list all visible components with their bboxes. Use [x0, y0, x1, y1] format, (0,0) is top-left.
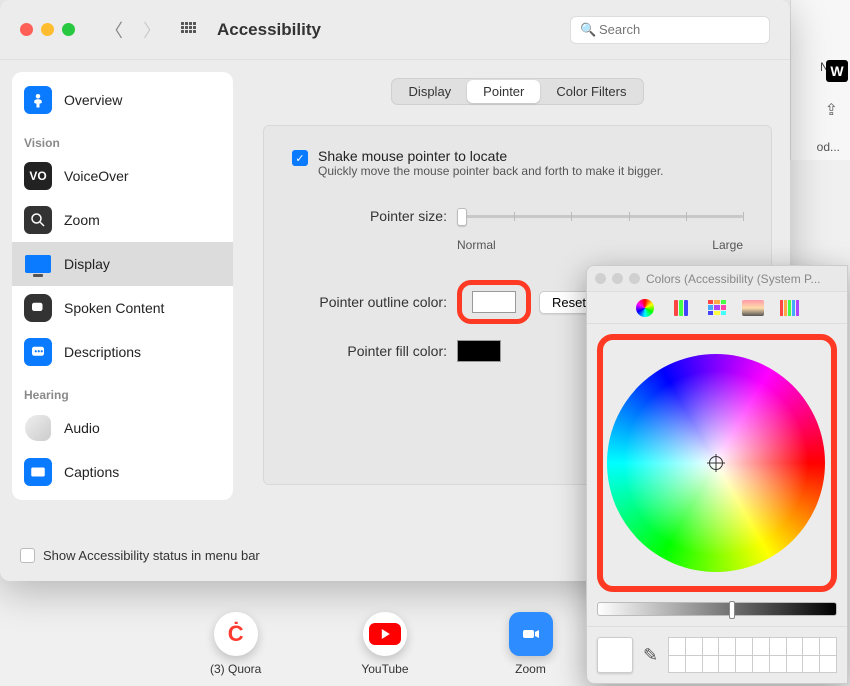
- shake-desc: Quickly move the mouse pointer back and …: [318, 164, 664, 178]
- section-vision: Vision: [12, 122, 233, 154]
- slider-min-label: Normal: [457, 238, 496, 252]
- descriptions-icon: [24, 338, 52, 366]
- youtube-icon: [363, 612, 407, 656]
- bookmark-label[interactable]: od...: [817, 140, 840, 154]
- tab-bar: Display Pointer Color Filters: [263, 78, 772, 105]
- image-palettes-tab[interactable]: [739, 297, 767, 319]
- sidebar-item-label: VoiceOver: [64, 168, 129, 184]
- sidebar-item-label: Spoken Content: [64, 300, 164, 316]
- captions-icon: [24, 458, 52, 486]
- saved-colors-grid[interactable]: [668, 637, 837, 673]
- search-input[interactable]: [570, 16, 770, 44]
- colors-window: Colors (Accessibility (System P... ✎: [586, 265, 848, 684]
- voiceover-icon: VO: [24, 162, 52, 190]
- minimize-button[interactable]: [41, 23, 54, 36]
- sidebar-item-label: Display: [64, 256, 110, 272]
- sidebar-item-label: Descriptions: [64, 344, 141, 360]
- background-browser: New W ⇪ od...: [790, 0, 850, 160]
- colors-title: Colors (Accessibility (System P...: [646, 272, 821, 286]
- current-color-swatch[interactable]: [597, 637, 633, 673]
- sidebar-item-spoken-content[interactable]: Spoken Content: [12, 286, 233, 330]
- section-hearing: Hearing: [12, 374, 233, 406]
- footer: Show Accessibility status in menu bar: [20, 548, 260, 563]
- slider-max-label: Large: [712, 238, 743, 252]
- color-cursor[interactable]: [709, 456, 723, 470]
- tab-display[interactable]: Display: [393, 80, 468, 103]
- colors-maximize-button[interactable]: [629, 273, 640, 284]
- forward-button[interactable]: 〉: [143, 17, 161, 43]
- audio-icon: [24, 414, 52, 442]
- zoom-app-icon: [509, 612, 553, 656]
- color-wheel-tab[interactable]: [631, 297, 659, 319]
- window-controls: [20, 23, 75, 36]
- show-all-icon[interactable]: [181, 22, 197, 38]
- sidebar-item-label: Zoom: [64, 212, 100, 228]
- colors-toolbar: [587, 292, 847, 324]
- color-wheel[interactable]: [607, 344, 825, 582]
- sidebar-item-audio[interactable]: Audio: [12, 406, 233, 450]
- outline-color-label: Pointer outline color:: [292, 294, 447, 310]
- colors-minimize-button[interactable]: [612, 273, 623, 284]
- shake-label: Shake mouse pointer to locate: [318, 148, 664, 164]
- back-button[interactable]: 〈: [105, 17, 123, 43]
- window-title: Accessibility: [217, 20, 570, 40]
- brightness-thumb[interactable]: [729, 601, 735, 619]
- share-icon[interactable]: ⇪: [825, 100, 838, 120]
- pointer-size-label: Pointer size:: [292, 208, 447, 224]
- spoken-content-icon: [24, 294, 52, 322]
- shake-checkbox[interactable]: ✓: [292, 150, 308, 166]
- sidebar-item-zoom[interactable]: Zoom: [12, 198, 233, 242]
- outline-color-swatch[interactable]: [472, 291, 516, 313]
- slider-thumb[interactable]: [457, 208, 467, 226]
- sidebar-item-voiceover[interactable]: VO VoiceOver: [12, 154, 233, 198]
- quora-icon: Ċ: [214, 612, 258, 656]
- pencils-tab[interactable]: [775, 297, 803, 319]
- sidebar-item-label: Captions: [64, 464, 119, 480]
- sidebar[interactable]: Overview Vision VO VoiceOver Zoom Displa…: [0, 60, 245, 581]
- dock-youtube[interactable]: YouTube: [361, 612, 408, 676]
- display-icon: [24, 250, 52, 278]
- pointer-size-slider[interactable]: [457, 206, 743, 226]
- annotation-highlight-outline: [457, 280, 531, 324]
- tab-color-filters[interactable]: Color Filters: [540, 80, 642, 103]
- colors-footer: ✎: [587, 626, 847, 683]
- sidebar-item-overview[interactable]: Overview: [12, 78, 233, 122]
- sidebar-item-label: Overview: [64, 92, 122, 108]
- annotation-highlight-wheel: [597, 334, 837, 592]
- dock-zoom[interactable]: Zoom: [509, 612, 553, 676]
- close-button[interactable]: [20, 23, 33, 36]
- maximize-button[interactable]: [62, 23, 75, 36]
- search-wrap: 🔍: [570, 16, 770, 44]
- nav-arrows: 〈 〉: [105, 17, 161, 43]
- colors-close-button[interactable]: [595, 273, 606, 284]
- zoom-icon: [24, 206, 52, 234]
- sidebar-item-descriptions[interactable]: Descriptions: [12, 330, 233, 374]
- sidebar-item-label: Audio: [64, 420, 100, 436]
- eyedropper-icon[interactable]: ✎: [643, 645, 658, 666]
- color-palettes-tab[interactable]: [703, 297, 731, 319]
- sidebar-item-display[interactable]: Display: [12, 242, 233, 286]
- search-icon: 🔍: [580, 22, 596, 38]
- menubar-checkbox[interactable]: [20, 548, 35, 563]
- dock: Ċ (3) Quora YouTube Zoom: [210, 601, 553, 686]
- fill-color-swatch[interactable]: [457, 340, 501, 362]
- menubar-label: Show Accessibility status in menu bar: [43, 548, 260, 563]
- fill-color-label: Pointer fill color:: [292, 343, 447, 359]
- brightness-slider[interactable]: [597, 602, 837, 616]
- toolbar: 〈 〉 Accessibility 🔍: [0, 0, 790, 60]
- sidebar-item-captions[interactable]: Captions: [12, 450, 233, 494]
- dock-quora[interactable]: Ċ (3) Quora: [210, 612, 261, 676]
- colors-titlebar[interactable]: Colors (Accessibility (System P...: [587, 266, 847, 292]
- tab-pointer[interactable]: Pointer: [467, 80, 540, 103]
- overview-icon: [24, 86, 52, 114]
- wikipedia-icon[interactable]: W: [826, 60, 848, 82]
- color-sliders-tab[interactable]: [667, 297, 695, 319]
